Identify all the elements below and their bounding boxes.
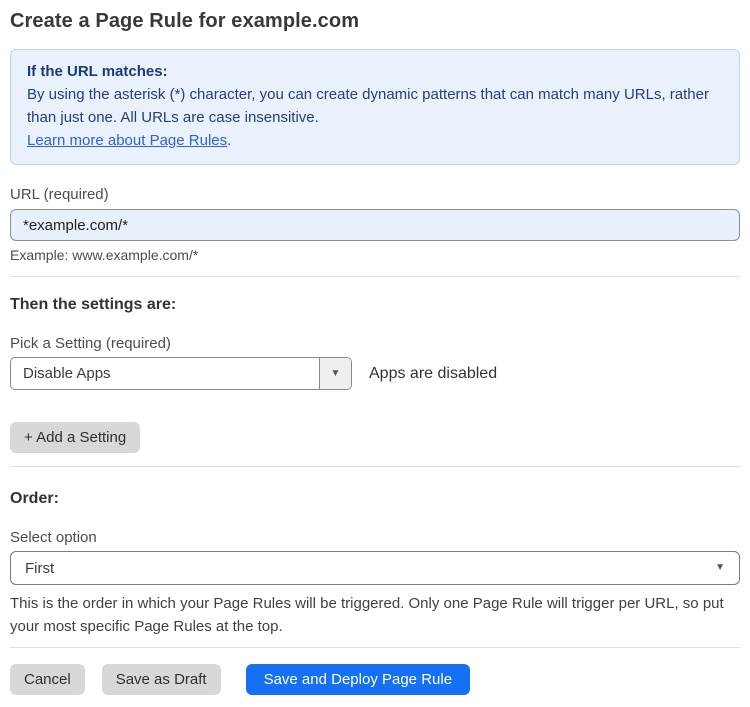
- url-input[interactable]: [10, 209, 740, 241]
- url-helper-text: Example: www.example.com/*: [10, 247, 199, 263]
- action-button-row: Cancel Save as Draft Save and Deploy Pag…: [10, 664, 740, 695]
- learn-more-link[interactable]: Learn more about Page Rules: [27, 132, 227, 149]
- url-match-info-box: If the URL matches: By using the asteris…: [10, 49, 740, 165]
- section-divider: [10, 276, 740, 277]
- page-title: Create a Page Rule for example.com: [10, 10, 360, 32]
- setting-select[interactable]: Disable Apps ▼: [10, 357, 352, 390]
- caret-down-icon: ▼: [330, 367, 341, 379]
- add-setting-button[interactable]: + Add a Setting: [10, 422, 141, 453]
- settings-heading: Then the settings are:: [10, 296, 177, 313]
- url-label: URL (required): [10, 186, 109, 203]
- setting-row: Disable Apps ▼ Apps are disabled: [10, 357, 740, 390]
- setting-select-arrow-button[interactable]: ▼: [319, 358, 351, 389]
- section-divider: [10, 466, 740, 467]
- order-select[interactable]: First ▼: [10, 551, 740, 585]
- info-box-heading: If the URL matches:: [27, 63, 168, 80]
- info-box-body: By using the asterisk (*) character, you…: [27, 83, 723, 152]
- page-rule-form: Create a Page Rule for example.com If th…: [0, 0, 750, 707]
- order-heading: Order:: [10, 490, 59, 507]
- setting-picker-label: Pick a Setting (required): [10, 335, 171, 352]
- save-draft-button[interactable]: Save as Draft: [101, 664, 221, 695]
- order-helper-text: This is the order in which your Page Rul…: [10, 595, 724, 635]
- setting-status-text: Apps are disabled: [369, 364, 498, 382]
- caret-down-icon: ▼: [715, 562, 725, 573]
- setting-select-value: Disable Apps: [23, 365, 111, 382]
- cancel-button[interactable]: Cancel: [10, 664, 85, 695]
- save-deploy-button[interactable]: Save and Deploy Page Rule: [245, 664, 471, 695]
- order-select-label: Select option: [10, 529, 97, 546]
- info-box-body-text: By using the asterisk (*) character, you…: [27, 86, 709, 126]
- order-select-value: First: [25, 559, 55, 577]
- footer-divider: [10, 647, 740, 648]
- link-suffix: .: [227, 132, 232, 149]
